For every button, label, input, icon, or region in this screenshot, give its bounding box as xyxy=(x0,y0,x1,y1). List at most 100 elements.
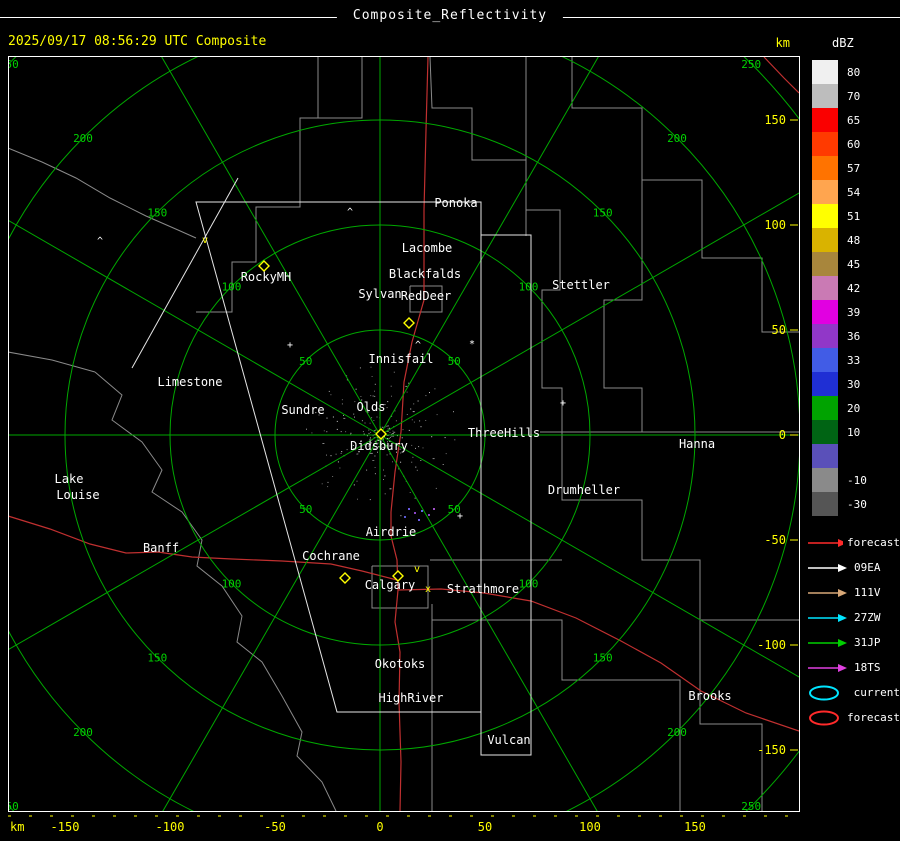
clutter-dot xyxy=(311,432,313,434)
clutter-dot xyxy=(335,453,337,455)
county-boundary xyxy=(9,351,96,373)
precip-echo xyxy=(433,508,435,510)
clutter-dot xyxy=(372,395,374,397)
clutter-dot xyxy=(361,420,363,422)
legend-label: 27ZW xyxy=(854,611,881,624)
clutter-dot xyxy=(389,432,391,434)
clutter-dot xyxy=(339,467,341,469)
clutter-dot xyxy=(341,451,343,453)
colorbar-value-label: 10 xyxy=(847,425,861,439)
colorbar-row: 30 xyxy=(806,372,900,396)
colorbar-row: 57 xyxy=(806,156,900,180)
clutter-dot xyxy=(343,414,344,416)
range-label: 100 xyxy=(222,578,242,591)
clutter-dot xyxy=(431,436,433,438)
caret-marker: ^ xyxy=(97,236,103,247)
colorbar-swatch xyxy=(812,420,838,444)
clutter-dot xyxy=(392,435,395,437)
clutter-dot xyxy=(330,455,332,457)
clutter-dot xyxy=(322,443,325,444)
clutter-dot xyxy=(389,488,392,490)
radar-display-window: 50 100 150 200 250 50 100 150 200 250 50 100 150 200 2… xyxy=(0,0,900,841)
town-label: HighRiver xyxy=(378,691,443,705)
range-label: 150 xyxy=(147,206,167,219)
bottom-axis-tick-label: 150 xyxy=(684,820,706,834)
range-label: 50 xyxy=(299,355,312,368)
colorbar-value-label: 80 xyxy=(847,65,861,79)
colorbar-row: 70 xyxy=(806,84,900,108)
clutter-dot xyxy=(420,460,422,461)
colorbar-value-label: -10 xyxy=(847,473,867,487)
colorbar-swatch xyxy=(812,324,838,348)
clutter-dot xyxy=(370,452,373,454)
vee-marker: v xyxy=(202,235,208,246)
colorbar-swatch xyxy=(812,180,838,204)
range-label: 100 xyxy=(222,281,242,294)
clutter-dot xyxy=(393,371,395,373)
sidebar: dBZ 80 70 65 60 57 54 51 48 45 42 39 36 33 30 20 10 -10 -… xyxy=(806,36,900,730)
range-label: 200 xyxy=(667,132,687,145)
azimuth-line xyxy=(9,220,381,436)
timestamp-label: 2025/09/17 08:56:29 UTC Composite xyxy=(8,34,267,49)
clutter-dot xyxy=(442,464,444,465)
clutter-dot xyxy=(386,407,388,409)
town-label: Cochrane xyxy=(302,549,360,563)
clutter-dot xyxy=(374,383,376,385)
clutter-dot xyxy=(376,416,378,418)
clutter-dot xyxy=(432,458,435,460)
colorbar-swatch xyxy=(812,228,838,252)
clutter-dot xyxy=(326,454,327,456)
clutter-dot xyxy=(386,425,388,427)
clutter-dot xyxy=(420,426,422,428)
legend-label: 18TS xyxy=(854,661,881,674)
town-label: Calgary xyxy=(365,578,416,592)
clutter-dot xyxy=(405,385,408,387)
clutter-dot xyxy=(360,396,362,397)
clutter-dot xyxy=(411,419,413,421)
clutter-dot xyxy=(327,481,329,483)
colorbar-row: 54 xyxy=(806,180,900,204)
right-axis-tick-label: 100 xyxy=(764,218,786,232)
precip-echo xyxy=(404,516,406,518)
clutter-dot xyxy=(425,420,427,421)
clutter-dot xyxy=(412,411,415,413)
clutter-dot xyxy=(368,429,370,431)
colorbar-value-label: 45 xyxy=(847,257,861,271)
clutter-dot xyxy=(390,435,392,437)
clutter-dot xyxy=(387,428,389,430)
range-label: 150 xyxy=(593,652,613,665)
clutter-dot xyxy=(415,466,417,468)
clutter-dot xyxy=(422,447,424,449)
scan-area-outline xyxy=(480,234,532,756)
colorbar-value-label: 36 xyxy=(847,329,861,343)
colorbar-row: 42 xyxy=(806,276,900,300)
clutter-dot xyxy=(362,431,364,433)
colorbar-value-label: 54 xyxy=(847,185,861,199)
clutter-dot xyxy=(341,403,343,405)
clutter-dot xyxy=(371,376,373,377)
clutter-dot xyxy=(370,366,372,368)
colorbar-value-label: 57 xyxy=(847,161,861,175)
town-label: Sylvan xyxy=(358,287,401,301)
bottom-axis-tick-label: -150 xyxy=(51,820,80,834)
colorbar-swatch xyxy=(812,372,838,396)
colorbar-swatch xyxy=(812,156,838,180)
clutter-dot xyxy=(382,426,384,428)
clutter-dot xyxy=(417,400,419,402)
county-boundary xyxy=(429,57,526,161)
clutter-dot xyxy=(359,367,361,369)
bottom-axis-tick-label: 50 xyxy=(478,820,492,834)
clutter-dot xyxy=(350,432,352,434)
colorbar-swatch xyxy=(812,132,838,156)
legend-arrow-icon xyxy=(808,538,844,547)
colorbar-row: 45 xyxy=(806,252,900,276)
legend-label: forecast xyxy=(847,711,900,724)
precip-echo xyxy=(414,512,416,514)
colorbar-value-label: 65 xyxy=(847,113,861,127)
radar-map: 50 100 150 200 250 50 100 150 200 250 50 100 150 200 2… xyxy=(8,36,800,834)
town-label: Brooks xyxy=(688,689,731,703)
clutter-dot xyxy=(346,449,348,451)
right-axis-tick-label: -50 xyxy=(764,533,786,547)
legend-label: 09EA xyxy=(854,561,881,574)
clutter-dot xyxy=(416,469,418,471)
